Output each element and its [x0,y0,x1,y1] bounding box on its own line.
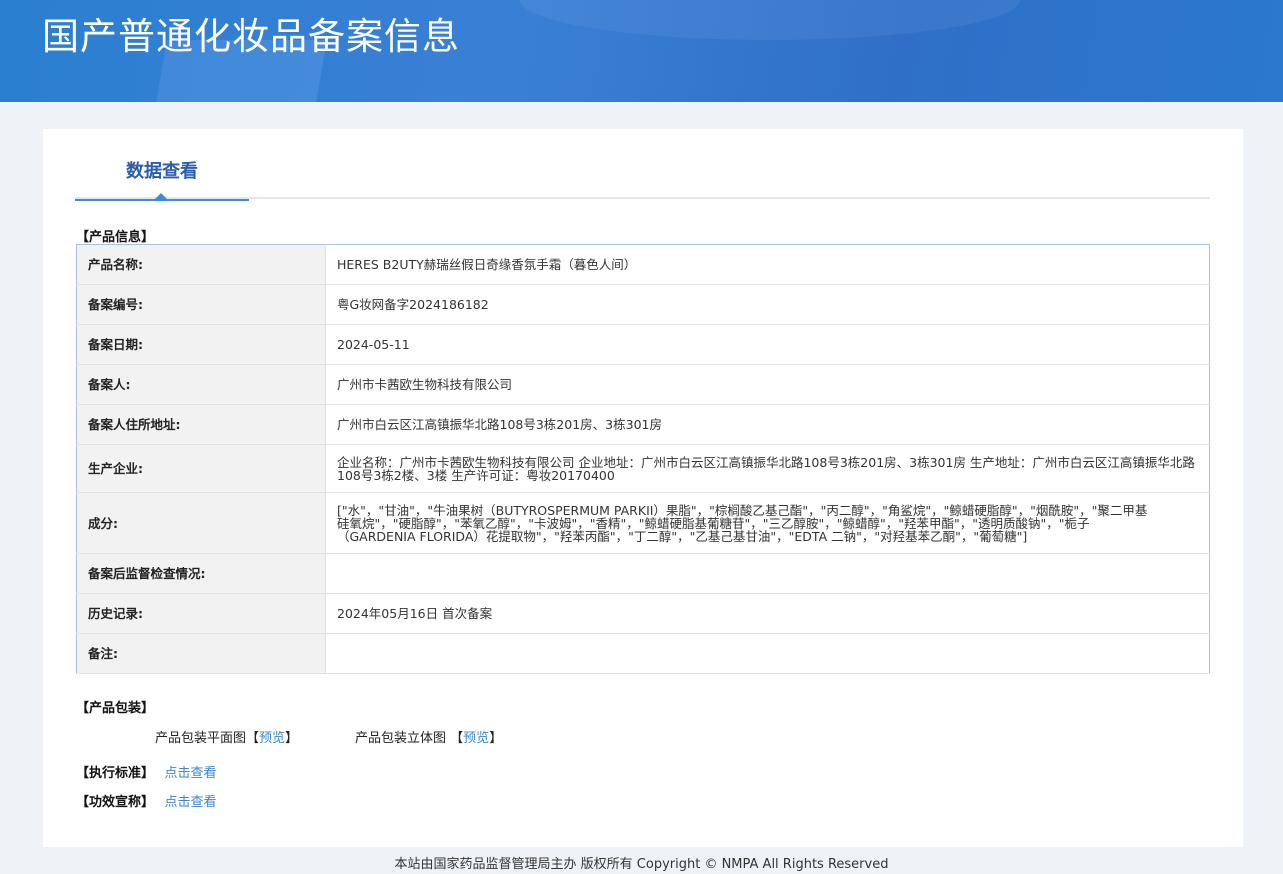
tab-data-view[interactable]: 数据查看 [75,157,249,201]
filing-date-value: 2024-05-11 [325,324,1210,365]
remarks-value [325,633,1210,674]
filer-value: 广州市卡茜欧生物科技有限公司 [325,364,1210,405]
manufacturer-label: 生产企业: [76,444,326,493]
bracket: 【 [450,731,464,746]
filing-date-label: 备案日期: [76,324,326,365]
row-remarks: 备注: [76,633,1210,674]
row-ingredients: 成分: ["水"，"甘油"，"牛油果树（BUTYROSPERMUM PARKII）… [76,492,1210,554]
preview-flat-link[interactable]: 预览 [259,731,285,746]
filer-address-label: 备案人住所地址: [76,404,326,445]
header-banner: 国产普通化妆品备案信息 [0,0,1283,102]
section-packaging: 【产品包装】 [76,701,155,716]
manufacturer-value: 企业名称：广州市卡茜欧生物科技有限公司 企业地址：广州市白云区江高镇振华北路10… [325,444,1210,493]
post-filing-inspection-label: 备案后监督检查情况: [76,553,326,594]
row-history: 历史记录: 2024年05月16日 首次备案 [76,593,1210,634]
bracket: 】 [285,731,299,746]
section-efficacy: 【功效宣称】 点击查看 [76,791,217,810]
preview-stereo-link[interactable]: 预览 [463,731,489,746]
product-name-label: 产品名称: [76,244,326,285]
bracket: 【 [246,731,260,746]
remarks-label: 备注: [76,633,326,674]
page-title: 国产普通化妆品备案信息 [42,15,460,58]
banner-decoration [520,0,1020,40]
row-manufacturer: 生产企业: 企业名称：广州市卡茜欧生物科技有限公司 企业地址：广州市白云区江高镇振… [76,444,1210,493]
filing-number-value: 粤G妆网备字2024186182 [325,284,1210,325]
row-post-filing-inspection: 备案后监督检查情况: [76,553,1210,594]
content-card: 数据查看 【产品信息】 产品名称: HERES B2UTY赫瑞丝假日奇缘香氛手霜（… [43,129,1243,847]
row-product-name: 产品名称: HERES B2UTY赫瑞丝假日奇缘香氛手霜（暮色人间） [76,244,1210,285]
row-filing-number: 备案编号: 粤G妆网备字2024186182 [76,284,1210,325]
standard-view-link[interactable]: 点击查看 [165,766,217,781]
history-value: 2024年05月16日 首次备案 [325,593,1210,634]
packaging-stereo: 产品包装立体图 【预览】 [355,727,502,746]
standard-label: 【执行标准】 [76,766,155,781]
ingredients-label: 成分: [76,492,326,554]
filer-address-value: 广州市白云区江高镇振华北路108号3栋201房、3栋301房 [325,404,1210,445]
row-filing-date: 备案日期: 2024-05-11 [76,324,1210,365]
bracket: 】 [489,731,503,746]
packaging-flat: 产品包装平面图【预览】 [155,727,298,746]
section-product-info: 【产品信息】 [76,230,155,245]
packaging-stereo-label: 产品包装立体图 [355,731,447,746]
tab-bar: 数据查看 [75,129,1210,201]
row-filer-address: 备案人住所地址: 广州市白云区江高镇振华北路108号3栋201房、3栋301房 [76,404,1210,445]
filer-label: 备案人: [76,364,326,405]
footer: 本站由国家药品监督管理局主办 版权所有 Copyright © NMPA All… [394,857,889,872]
efficacy-view-link[interactable]: 点击查看 [165,795,217,810]
post-filing-inspection-value [325,553,1210,594]
efficacy-label: 【功效宣称】 [76,795,155,810]
ingredients-value: ["水"，"甘油"，"牛油果树（BUTYROSPERMUM PARKII）果脂"… [325,492,1210,554]
history-label: 历史记录: [76,593,326,634]
packaging-flat-label: 产品包装平面图 [155,731,247,746]
product-info-table: 产品名称: HERES B2UTY赫瑞丝假日奇缘香氛手霜（暮色人间） 备案编号: 粤G… [76,244,1210,674]
product-name-value: HERES B2UTY赫瑞丝假日奇缘香氛手霜（暮色人间） [325,244,1210,285]
section-standard: 【执行标准】 点击查看 [76,762,217,781]
filing-number-label: 备案编号: [76,284,326,325]
row-filer: 备案人: 广州市卡茜欧生物科技有限公司 [76,364,1210,405]
